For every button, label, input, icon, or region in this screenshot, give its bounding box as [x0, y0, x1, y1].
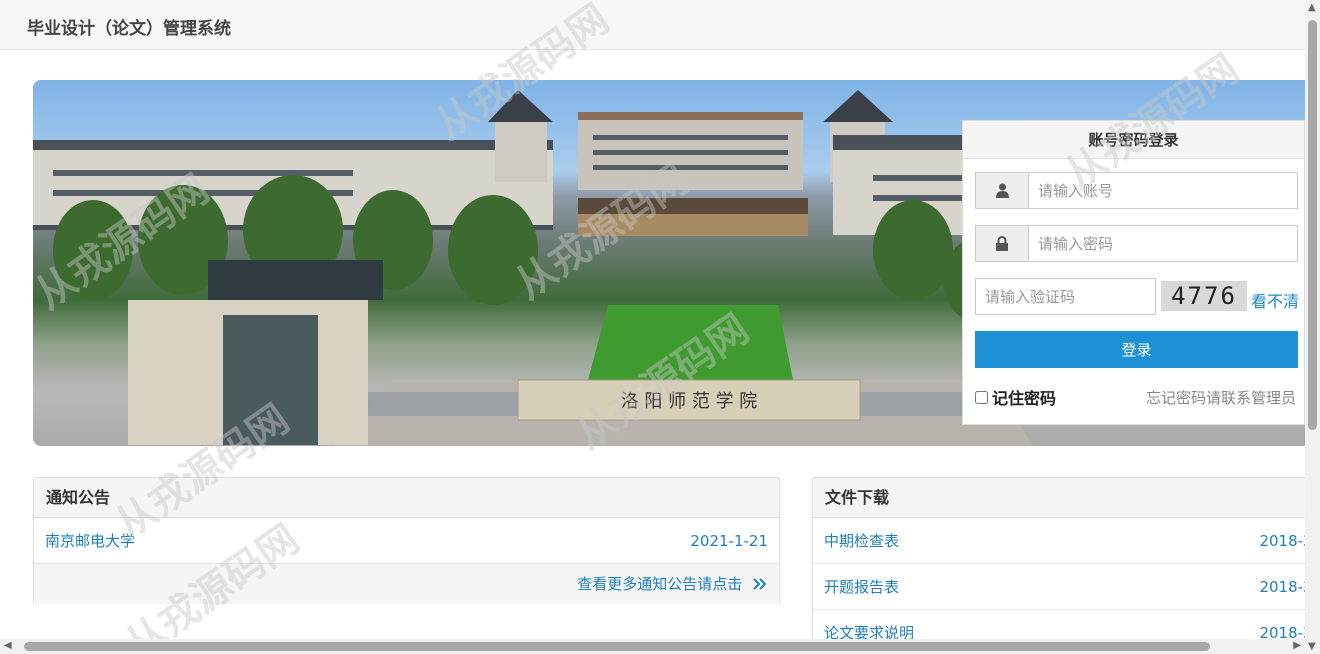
gate-sign-text: 洛 阳 师 范 学 院 — [621, 391, 758, 412]
captcha-image[interactable]: 4776 — [1161, 281, 1247, 311]
notice-panel: 通知公告 南京邮电大学 2021-1-21 查看更多通知公告请点击 — [33, 477, 780, 604]
horizontal-scrollbar[interactable]: ◀ ▶ — [0, 639, 1305, 654]
download-panel-title: 文件下载 — [813, 478, 1320, 518]
scroll-up-icon[interactable]: ▲ — [1308, 2, 1316, 13]
double-chevron-right-icon — [753, 578, 767, 590]
scroll-left-icon[interactable]: ◀ — [4, 640, 12, 651]
remember-label: 记住密码 — [992, 389, 1057, 408]
download-item-title[interactable]: 中期检查表 — [824, 530, 899, 551]
remember-checkbox[interactable] — [975, 390, 988, 404]
notice-panel-title: 通知公告 — [34, 478, 779, 518]
lock-icon — [976, 226, 1029, 261]
vertical-scroll-thumb[interactable] — [1308, 20, 1317, 430]
login-panel: 账号密码登录 4776 看不清 登录 记住密码 忘记密码请联系管理员 — [962, 120, 1305, 425]
captcha-refresh-link[interactable]: 看不清 — [1251, 288, 1299, 312]
download-panel: 文件下载 中期检查表 2018-3- 开题报告表 2018-3- 论文要求说明 … — [812, 477, 1320, 654]
list-item[interactable]: 中期检查表 2018-3- — [813, 518, 1318, 564]
scroll-right-icon[interactable]: ▶ — [1293, 640, 1301, 651]
remember-password[interactable]: 记住密码 — [975, 385, 1056, 409]
list-item[interactable]: 南京邮电大学 2021-1-21 — [34, 518, 779, 564]
top-bar: 毕业设计（论文）管理系统 — [0, 0, 1305, 50]
captcha-input[interactable] — [975, 278, 1156, 315]
password-input[interactable] — [1029, 226, 1297, 261]
list-item[interactable]: 开题报告表 2018-3- — [813, 564, 1318, 610]
notice-item-date: 2021-1-21 — [690, 531, 768, 550]
horizontal-scroll-thumb[interactable] — [24, 642, 1210, 651]
user-icon — [976, 173, 1029, 208]
notice-item-title[interactable]: 南京邮电大学 — [45, 530, 135, 551]
login-button[interactable]: 登录 — [975, 331, 1298, 368]
download-item-title[interactable]: 开题报告表 — [824, 576, 899, 597]
vertical-scrollbar[interactable]: ▲ ▼ — [1305, 0, 1320, 654]
forgot-password-text: 忘记密码请联系管理员 — [1145, 389, 1296, 407]
notice-more-label[interactable]: 查看更多通知公告请点击 — [577, 575, 742, 593]
scroll-down-icon[interactable]: ▼ — [1308, 641, 1316, 652]
password-input-group — [975, 225, 1298, 262]
account-input[interactable] — [1029, 173, 1297, 208]
login-title: 账号密码登录 — [963, 121, 1304, 159]
app-title: 毕业设计（论文）管理系统 — [27, 19, 231, 39]
notice-more-link[interactable]: 查看更多通知公告请点击 — [34, 564, 779, 604]
account-input-group — [975, 172, 1298, 209]
